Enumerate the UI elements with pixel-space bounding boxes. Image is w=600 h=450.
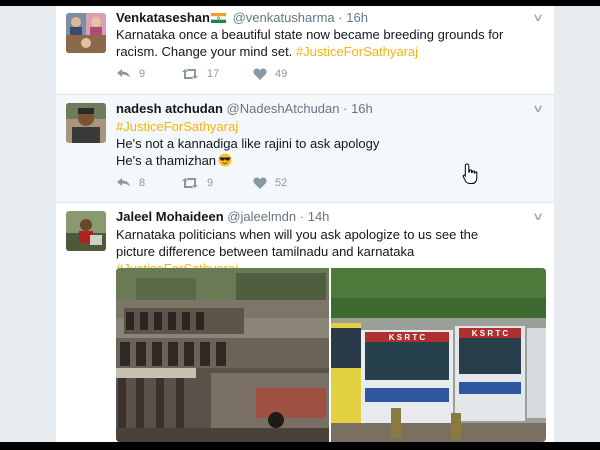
tweet-header: Venkataseshan @venkatusharma · 16h [116,10,368,25]
user-name[interactable]: Venkataseshan [116,10,210,25]
hand-cursor-icon [462,163,478,185]
chevron-down-icon[interactable]: ∨ [532,11,544,24]
tweet-actions: 9 17 49 [116,68,356,84]
retweet-action[interactable]: 17 [181,68,219,80]
timeline: Venkataseshan @venkatusharma · 16h ∨ Kar… [56,6,554,442]
bus-sign: K S R T C [472,329,509,338]
separator-dot: · [343,101,348,116]
tweet-actions: 8 9 52 [116,177,356,193]
right-page-background [554,6,600,442]
sunglasses-emoji-icon [218,153,232,167]
retweet-icon [181,68,199,80]
reply-icon [116,177,131,189]
avatar[interactable] [66,211,106,251]
bus-sign: K S R T C [389,333,426,342]
hashtag-link[interactable]: #JusticeForSathyaraj [296,44,418,59]
like-count: 52 [275,177,288,189]
like-action[interactable]: 52 [253,177,287,189]
chevron-down-icon[interactable]: ∨ [532,210,544,223]
tweet-venkataseshan[interactable]: Venkataseshan @venkatusharma · 16h ∨ Kar… [56,6,554,95]
avatar[interactable] [66,13,106,53]
like-count: 49 [275,68,288,80]
user-name[interactable]: nadesh atchudan [116,101,223,116]
user-name[interactable]: Jaleel Mohaideen [116,209,224,224]
like-icon [253,177,267,189]
retweet-action[interactable]: 9 [181,177,213,189]
chevron-down-icon[interactable]: ∨ [532,102,544,115]
tweet-time[interactable]: 16h [351,101,373,116]
reply-action[interactable]: 8 [116,177,145,189]
ksrtc-buses-photo[interactable]: K S R T C K S R T C [331,268,546,442]
retweet-icon [181,177,199,189]
tweet-text-body: Karnataka politicians when will you ask … [116,227,479,259]
tweet-media[interactable]: K S R T C K S R T C [116,268,546,442]
like-action[interactable]: 49 [253,68,287,80]
user-handle[interactable]: @venkatusharma [233,10,335,25]
tweet-text-line: He's a thamizhan [116,153,217,168]
tweet-time[interactable]: 16h [346,10,368,25]
reply-icon [116,68,131,80]
retweet-count: 9 [207,177,214,189]
avatar[interactable] [66,103,106,143]
tweet-text: #JusticeForSathyaraj He's not a kannadig… [116,118,536,169]
reply-count: 9 [139,68,146,80]
user-handle[interactable]: @NadeshAtchudan [227,101,340,116]
bottom-black-bar [0,442,600,450]
separator-dot: · [299,209,305,224]
tweet-header: nadesh atchudan @NadeshAtchudan · 16h [116,101,373,116]
tweet-header: Jaleel Mohaideen @jaleelmdn · 14h [116,209,329,224]
reply-action[interactable]: 9 [116,68,145,80]
like-icon [253,68,267,80]
user-handle[interactable]: @jaleelmdn [227,209,296,224]
hashtag-link[interactable]: #JusticeForSathyaraj [116,118,536,135]
tweet-text-line: He's not a kannadiga like rajini to ask … [116,136,380,151]
tweet-time[interactable]: 14h [308,209,330,224]
tweet-jaleel[interactable]: Jaleel Mohaideen @jaleelmdn · 14h ∨ Karn… [56,203,554,442]
india-flag-icon [210,11,226,23]
left-page-background [0,6,56,442]
tweet-text: Karnataka once a beautiful state now bec… [116,26,536,60]
burnt-buses-photo[interactable] [116,268,329,442]
separator-dot: · [338,10,343,25]
reply-count: 8 [139,177,146,189]
retweet-count: 17 [207,68,220,80]
tweet-nadesh[interactable]: nadesh atchudan @NadeshAtchudan · 16h ∨ … [56,95,554,203]
